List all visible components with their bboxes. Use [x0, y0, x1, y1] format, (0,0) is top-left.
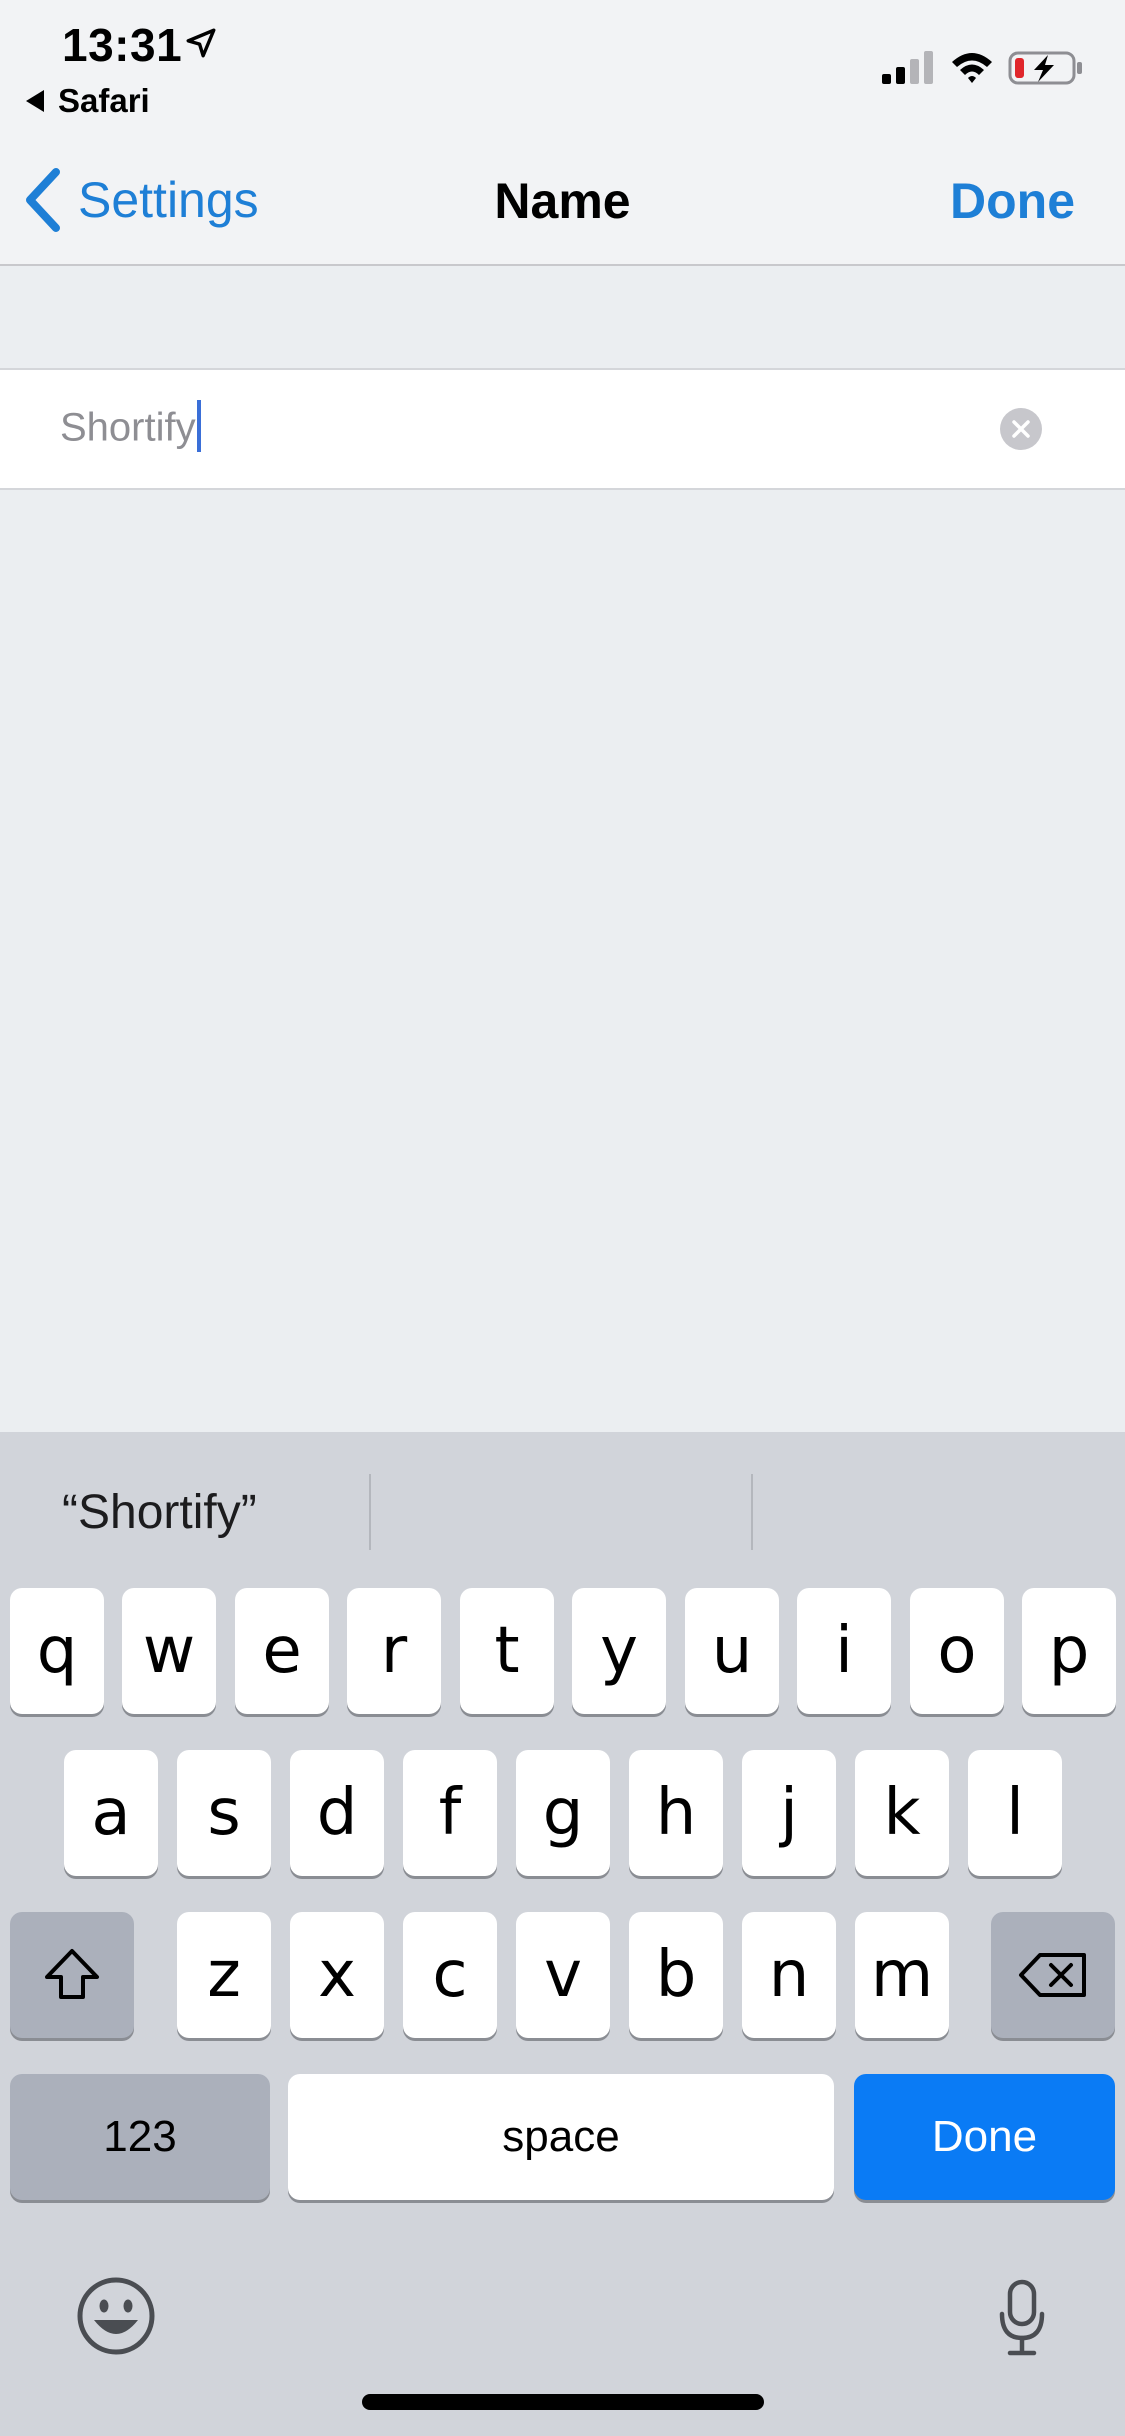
back-app-label: Safari [58, 82, 150, 119]
clear-x-icon [1012, 420, 1030, 438]
key-b[interactable]: b [629, 1912, 723, 2038]
name-input[interactable]: Shortify [60, 400, 201, 456]
navigation-bar: Settings Name Done [0, 130, 1125, 266]
status-bar: 13:31 Safari [0, 0, 1125, 130]
key-p[interactable]: p [1022, 1588, 1116, 1714]
predictive-bar: “Shortify” [0, 1432, 1125, 1592]
key-j[interactable]: j [742, 1750, 836, 1876]
status-time: 13:31 [62, 19, 183, 71]
key-e[interactable]: e [235, 1588, 329, 1714]
done-button[interactable]: Done [950, 172, 1075, 230]
key-h[interactable]: h [629, 1750, 723, 1876]
key-g[interactable]: g [516, 1750, 610, 1876]
key-q[interactable]: q [10, 1588, 104, 1714]
microphone-icon[interactable] [996, 2278, 1048, 2358]
suggestion-divider [369, 1474, 371, 1550]
key-t[interactable]: t [460, 1588, 554, 1714]
space-key[interactable]: space [288, 2074, 834, 2200]
name-field-row[interactable]: Shortify [0, 368, 1125, 490]
key-m[interactable]: m [855, 1912, 949, 2038]
key-r[interactable]: r [347, 1588, 441, 1714]
wifi-icon [952, 53, 992, 83]
key-i[interactable]: i [797, 1588, 891, 1714]
suggestion-1[interactable]: “Shortify” [62, 1476, 257, 1548]
battery-charging-icon [1008, 51, 1082, 85]
shift-key[interactable] [10, 1912, 134, 2038]
key-d[interactable]: d [290, 1750, 384, 1876]
suggestion-divider [751, 1474, 753, 1550]
key-y[interactable]: y [572, 1588, 666, 1714]
key-c[interactable]: c [403, 1912, 497, 2038]
key-a[interactable]: a [64, 1750, 158, 1876]
emoji-icon[interactable] [76, 2276, 156, 2356]
location-arrow-icon [186, 28, 216, 58]
key-n[interactable]: n [742, 1912, 836, 2038]
name-input-value: Shortify [60, 405, 196, 450]
key-v[interactable]: v [516, 1912, 610, 2038]
key-s[interactable]: s [177, 1750, 271, 1876]
home-indicator[interactable] [362, 2394, 764, 2410]
cellular-signal-icon [882, 51, 933, 84]
numbers-key[interactable]: 123 [10, 2074, 270, 2200]
key-x[interactable]: x [290, 1912, 384, 2038]
shift-arrow-icon [45, 1949, 99, 1999]
keyboard: “Shortify” q w e r t y u i o p a s d f g… [0, 1432, 1125, 2436]
delete-key[interactable] [991, 1912, 1115, 2038]
key-l[interactable]: l [968, 1750, 1062, 1876]
key-f[interactable]: f [403, 1750, 497, 1876]
keyboard-done-key[interactable]: Done [854, 2074, 1115, 2200]
key-k[interactable]: k [855, 1750, 949, 1876]
key-z[interactable]: z [177, 1912, 271, 2038]
key-o[interactable]: o [910, 1588, 1004, 1714]
text-cursor [196, 400, 201, 452]
clear-text-button[interactable] [1000, 408, 1042, 450]
back-triangle-icon [26, 90, 44, 112]
key-u[interactable]: u [685, 1588, 779, 1714]
key-w[interactable]: w [122, 1588, 216, 1714]
back-to-app[interactable]: Safari [26, 82, 150, 120]
backspace-icon [1019, 1953, 1086, 1997]
